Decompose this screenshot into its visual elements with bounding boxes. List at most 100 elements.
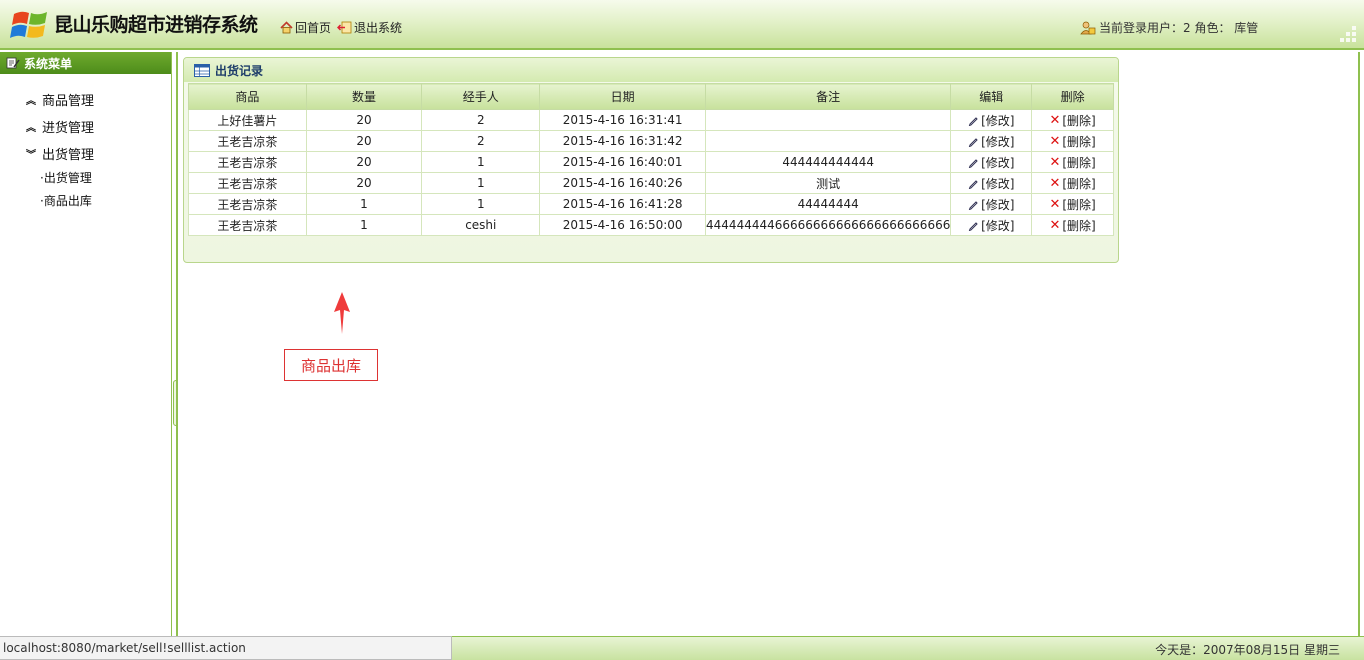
delete-link[interactable]: ✕ [删除] <box>1049 112 1095 129</box>
sidebar-group-label: 进货管理 <box>42 121 95 136</box>
app-title: 昆山乐购超市进销存系统 <box>54 14 258 36</box>
cell-note <box>705 109 952 131</box>
cell-delete: ✕ [删除] <box>1031 130 1114 152</box>
current-user-text: 当前登录用户：2 角色： 库管 <box>1099 21 1259 35</box>
cell-edit: [修改] <box>950 214 1033 236</box>
edit-link[interactable]: [修改] <box>968 196 1014 213</box>
cell-delete: ✕ [删除] <box>1031 109 1114 131</box>
shipment-records-table: 商品 数量 经手人 日期 备注 编辑 删除 上好佳薯片 20 2 2015-4-… <box>188 83 1114 236</box>
menu-list: ︽ 商品管理 ︽ 进货管理 ︾ 出货管理 出货管理 商品出库 <box>0 74 171 213</box>
logout-icon <box>337 21 352 34</box>
column-header-handler: 经手人 <box>421 83 541 110</box>
annotation-arrow-up-icon <box>334 292 350 334</box>
user-lock-icon <box>1080 21 1096 34</box>
double-chevron-up-icon: ︽ <box>26 96 36 107</box>
delete-x-icon: ✕ <box>1049 217 1061 233</box>
delete-link-label: [删除] <box>1062 155 1096 170</box>
delete-link[interactable]: ✕ [删除] <box>1049 154 1095 171</box>
cell-edit: [修改] <box>950 193 1033 215</box>
cell-product: 上好佳薯片 <box>188 109 307 131</box>
delete-x-icon: ✕ <box>1049 154 1061 170</box>
cell-date: 2015-4-16 16:31:42 <box>539 130 707 152</box>
delete-x-icon: ✕ <box>1049 196 1061 212</box>
table-row: 王老吉凉茶 1 ceshi 2015-4-16 16:50:00 4444444… <box>188 214 1114 236</box>
edit-note-icon <box>6 57 20 69</box>
home-icon <box>280 21 293 34</box>
delete-link-label: [删除] <box>1062 197 1096 212</box>
cell-product: 王老吉凉茶 <box>188 151 307 173</box>
annotation-label: 商品出库 <box>284 349 378 381</box>
delete-x-icon: ✕ <box>1049 112 1061 128</box>
sidebar-item-shipment-management[interactable]: 出货管理 <box>0 167 171 190</box>
cell-note: 444444444444 <box>705 151 952 173</box>
cell-edit: [修改] <box>950 130 1033 152</box>
cell-edit: [修改] <box>950 109 1033 131</box>
column-header-product: 商品 <box>188 83 307 110</box>
sidebar-title: 系统菜单 <box>24 56 73 71</box>
cell-handler: 2 <box>421 109 541 131</box>
cell-quantity: 20 <box>305 130 423 152</box>
edit-link[interactable]: [修改] <box>968 154 1014 171</box>
edit-link-label: [修改] <box>981 197 1015 212</box>
sidebar-group-product[interactable]: ︽ 商品管理 <box>0 86 171 113</box>
sidebar-item-product-outbound[interactable]: 商品出库 <box>0 190 171 213</box>
table-row: 上好佳薯片 20 2 2015-4-16 16:31:41 [修改] ✕ [删除… <box>188 109 1114 131</box>
edit-link[interactable]: [修改] <box>968 217 1014 234</box>
sidebar-group-label: 出货管理 <box>42 148 95 163</box>
sidebar-group-purchase[interactable]: ︽ 进货管理 <box>0 113 171 140</box>
panel-title: 出货记录 <box>194 62 263 79</box>
cell-quantity: 20 <box>305 109 423 131</box>
pencil-icon <box>968 200 978 210</box>
cell-handler: 2 <box>421 130 541 152</box>
windows-logo-icon <box>10 11 47 38</box>
column-header-note: 备注 <box>705 83 952 110</box>
cell-quantity: 20 <box>305 151 423 173</box>
cell-date: 2015-4-16 16:40:01 <box>539 151 707 173</box>
footer-date: 今天是：2007年08月15日 星期三 <box>1155 643 1340 657</box>
cell-quantity: 20 <box>305 172 423 194</box>
pencil-icon <box>968 179 978 189</box>
browser-status-url: localhost:8080/market/sell!selllist.acti… <box>0 636 452 660</box>
table-row: 王老吉凉茶 20 2 2015-4-16 16:31:42 [修改] ✕ [删除… <box>188 130 1114 152</box>
edit-link-label: [修改] <box>981 176 1015 191</box>
delete-x-icon: ✕ <box>1049 133 1061 149</box>
cell-note <box>705 130 952 152</box>
sidebar-header: 系统菜单 <box>0 52 171 74</box>
cell-delete: ✕ [删除] <box>1031 172 1114 194</box>
sidebar-group-shipment[interactable]: ︾ 出货管理 <box>0 140 171 167</box>
panel-title-text: 出货记录 <box>215 64 264 78</box>
table-row: 王老吉凉茶 20 1 2015-4-16 16:40:26 测试 [修改] ✕ … <box>188 172 1114 194</box>
cell-note: 44444444466666666666666666666666 <box>705 214 952 236</box>
column-header-date: 日期 <box>539 83 707 110</box>
column-header-delete: 删除 <box>1031 83 1114 110</box>
cell-product: 王老吉凉茶 <box>188 130 307 152</box>
edit-link-label: [修改] <box>981 218 1015 233</box>
table-icon <box>194 64 210 77</box>
cell-handler: ceshi <box>421 214 541 236</box>
home-link[interactable]: 回首页 <box>280 19 331 36</box>
edit-link[interactable]: [修改] <box>968 175 1014 192</box>
edit-link-label: [修改] <box>981 113 1015 128</box>
cell-quantity: 1 <box>305 193 423 215</box>
double-chevron-down-icon: ︾ <box>26 150 36 161</box>
delete-x-icon: ✕ <box>1049 175 1061 191</box>
pencil-icon <box>968 116 978 126</box>
cell-product: 王老吉凉茶 <box>188 172 307 194</box>
cell-product: 王老吉凉茶 <box>188 193 307 215</box>
edit-link[interactable]: [修改] <box>968 112 1014 129</box>
cell-edit: [修改] <box>950 172 1033 194</box>
edit-link[interactable]: [修改] <box>968 133 1014 150</box>
pencil-icon <box>968 221 978 231</box>
cell-note: 测试 <box>705 172 952 194</box>
cell-handler: 1 <box>421 193 541 215</box>
edit-link-label: [修改] <box>981 134 1015 149</box>
delete-link[interactable]: ✕ [删除] <box>1049 217 1095 234</box>
delete-link-label: [删除] <box>1062 176 1096 191</box>
delete-link[interactable]: ✕ [删除] <box>1049 196 1095 213</box>
cell-quantity: 1 <box>305 214 423 236</box>
logout-link[interactable]: 退出系统 <box>337 19 402 36</box>
delete-link[interactable]: ✕ [删除] <box>1049 133 1095 150</box>
delete-link[interactable]: ✕ [删除] <box>1049 175 1095 192</box>
cell-delete: ✕ [删除] <box>1031 214 1114 236</box>
pencil-icon <box>968 137 978 147</box>
